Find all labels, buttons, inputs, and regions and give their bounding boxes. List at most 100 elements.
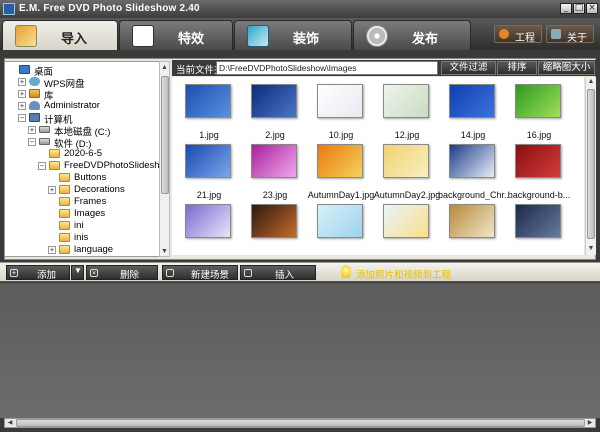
thumbnail-caption: 1.jpg <box>199 130 219 140</box>
thumbnail-image <box>515 144 561 178</box>
grid-scrollbar[interactable]: ▲ ▼ <box>585 77 596 255</box>
add-button-label: 添加 <box>37 270 57 281</box>
thumbnail-item[interactable]: AutumnDay1.jpg <box>308 140 374 200</box>
storyboard-scrollbar[interactable]: ◀ ▶ <box>4 418 596 428</box>
new-scene-button[interactable]: 新建场景 <box>162 265 238 281</box>
delete-button[interactable]: × 删除 <box>86 265 158 281</box>
expand-icon[interactable]: + <box>48 246 56 254</box>
expand-icon[interactable]: + <box>48 186 56 194</box>
minimize-button[interactable]: _ <box>560 3 572 14</box>
tab-effects-label: 特效 <box>178 31 205 46</box>
disc-icon <box>366 25 388 47</box>
thumbnail-item[interactable]: 21.jpg <box>176 140 242 200</box>
thumbnail-item[interactable]: background_Chr... <box>438 140 508 200</box>
scene-icon <box>166 269 174 277</box>
hint-text: 添加照片和视频到工程 <box>356 270 452 281</box>
thumbnail-image <box>185 144 231 178</box>
folder-icon <box>49 149 60 158</box>
tab-effects[interactable]: 特效 <box>119 20 233 50</box>
thumbnail-image <box>383 204 429 238</box>
thumbnail-item[interactable]: 16.jpg <box>506 80 572 140</box>
drive-icon <box>39 138 50 145</box>
scroll-up-arrow-icon[interactable]: ▲ <box>160 62 169 73</box>
tree-item-label: Buttons <box>74 172 107 183</box>
close-button[interactable]: × <box>586 3 598 14</box>
project-button[interactable]: 工程 <box>494 25 542 44</box>
tree-scrollbar[interactable]: ▲ ▼ <box>159 61 170 257</box>
folder-icon <box>59 209 70 218</box>
thumbnail-item[interactable]: 1.jpg <box>176 80 242 140</box>
thumbnail-item[interactable] <box>308 200 374 255</box>
thumbnail-image <box>449 204 495 238</box>
thumbnail-item[interactable]: background-b... <box>506 140 572 200</box>
thumbnail-image <box>515 84 561 118</box>
tab-publish[interactable]: 发布 <box>353 20 471 50</box>
thumbnail-image <box>251 84 297 118</box>
thumbnail-caption: background_Chr... <box>438 190 508 200</box>
current-folder-field[interactable]: D:\FreeDVDPhotoSlideshow\Images <box>216 61 438 75</box>
folder-tree[interactable]: 桌面 + WPS网盘 + 库 + Administrator − 计算机 + 本地磁盘 (C:) − 软… <box>4 61 160 257</box>
storyboard-scroll-thumb[interactable] <box>16 419 585 427</box>
thumbnail-image <box>317 144 363 178</box>
thumbnail-item[interactable]: 2.jpg <box>242 80 308 140</box>
scroll-down-arrow-icon[interactable]: ▼ <box>160 246 169 257</box>
decorate-icon <box>247 25 269 47</box>
expand-icon[interactable]: + <box>28 126 36 134</box>
insert-button-label: 插入 <box>275 270 295 281</box>
thumbnail-image <box>251 204 297 238</box>
scroll-right-icon[interactable]: ▶ <box>585 419 595 427</box>
tree-item-label: ini <box>74 220 84 231</box>
thumbnail-item[interactable] <box>176 200 242 255</box>
thumbnail-size-button[interactable]: 缩略图大小 <box>538 61 595 75</box>
computer-icon <box>29 113 40 122</box>
tab-decorate[interactable]: 装饰 <box>234 20 352 50</box>
tab-publish-label: 发布 <box>412 31 439 46</box>
thumbnail-item[interactable]: 10.jpg <box>308 80 374 140</box>
tab-import[interactable]: 导入 <box>2 20 118 50</box>
thumbnail-item[interactable] <box>506 200 572 255</box>
tree-item-label: inis <box>74 232 89 243</box>
thumbnail-item[interactable]: 14.jpg <box>440 80 506 140</box>
collapse-icon[interactable]: − <box>28 138 36 146</box>
gear-icon <box>499 29 509 39</box>
thumbnail-image <box>383 84 429 118</box>
thumbnail-image <box>185 84 231 118</box>
app-icon <box>3 3 15 15</box>
effects-icon <box>132 25 154 47</box>
sort-button[interactable]: 排序 <box>497 61 537 75</box>
thumbnail-grid[interactable]: 1.jpg 2.jpg 10.jpg 12.jpg 14.jpg 16.jpg 21.jpg… <box>172 77 584 255</box>
thumbnail-image <box>317 204 363 238</box>
grid-scroll-up-icon[interactable]: ▲ <box>586 77 596 87</box>
thumbnail-item[interactable] <box>374 200 440 255</box>
tree-scroll-thumb[interactable] <box>161 76 169 194</box>
add-dropdown-button[interactable]: ▼ <box>71 265 84 280</box>
thumbnail-caption: 23.jpg <box>262 190 288 200</box>
thumbnail-item[interactable]: 12.jpg <box>374 80 440 140</box>
thumbnail-item[interactable]: 23.jpg <box>242 140 308 200</box>
thumbnail-item[interactable] <box>440 200 506 255</box>
insert-button[interactable]: 插入 <box>240 265 316 281</box>
expand-icon[interactable]: + <box>18 102 26 110</box>
import-icon <box>15 25 37 47</box>
grid-scroll-down-icon[interactable]: ▼ <box>586 244 596 254</box>
storyboard-area[interactable] <box>0 283 600 418</box>
expand-icon[interactable]: + <box>18 78 26 86</box>
about-button[interactable]: 关于 <box>546 25 594 44</box>
maximize-button[interactable]: □ <box>573 3 585 14</box>
file-filter-button[interactable]: 文件过滤 <box>441 61 496 75</box>
folder-icon <box>49 161 60 170</box>
folder-icon <box>59 245 70 254</box>
thumbnail-caption: 2.jpg <box>265 130 285 140</box>
cloud-icon <box>29 77 40 86</box>
grid-scroll-thumb[interactable] <box>587 89 595 239</box>
add-button[interactable]: + 添加 <box>6 265 70 281</box>
thumbnail-item[interactable] <box>242 200 308 255</box>
scroll-left-icon[interactable]: ◀ <box>5 419 15 427</box>
collapse-icon[interactable]: − <box>38 162 46 170</box>
tree-item-label: Images <box>74 208 106 219</box>
collapse-icon[interactable]: − <box>18 114 26 122</box>
thumbnail-caption: 16.jpg <box>526 130 552 140</box>
expand-icon[interactable]: + <box>18 90 26 98</box>
thumbnail-item[interactable]: AutumnDay2.jpg <box>374 140 440 200</box>
tree-item-label: Administrator <box>44 100 100 111</box>
